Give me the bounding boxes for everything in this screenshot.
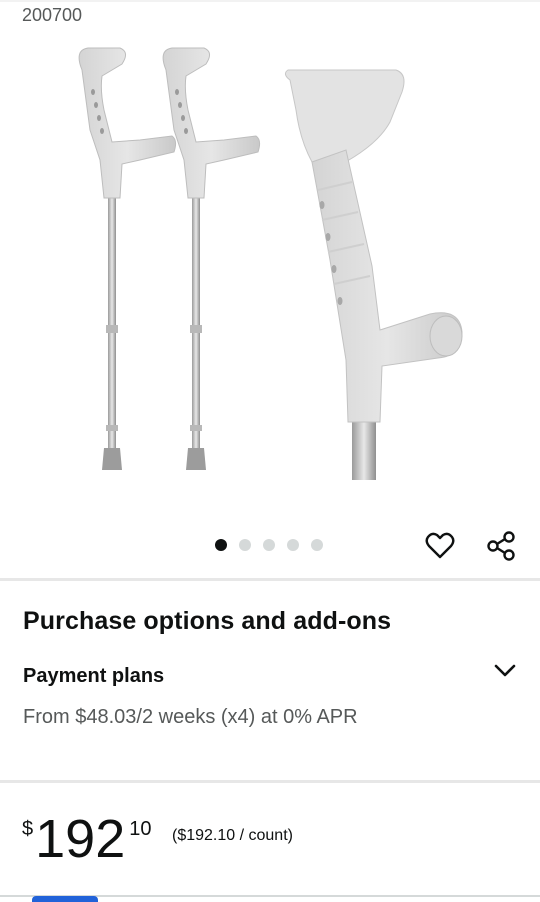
bottom-action-tab[interactable] [32, 896, 98, 902]
gallery-dot-4[interactable] [287, 539, 299, 551]
payment-plans-title[interactable]: Payment plans [23, 665, 164, 688]
unit-price: ($192.10 / count) [172, 827, 293, 844]
crutch-small-2 [162, 47, 261, 470]
price: $ 192 10 [22, 812, 151, 866]
gallery-dot-2[interactable] [239, 539, 251, 551]
price-currency-symbol: $ [22, 818, 34, 840]
payment-plans-description: From $48.03/2 weeks (x4) at 0% APR [23, 706, 358, 728]
favorite-button[interactable] [422, 528, 458, 564]
gallery-dot-1[interactable] [215, 539, 227, 551]
section-divider [0, 780, 540, 783]
crutch-small-1 [78, 47, 177, 470]
payment-plans-expand-button[interactable] [490, 658, 520, 684]
chevron-down-icon [494, 664, 516, 677]
price-whole: 192 [35, 809, 126, 869]
share-icon [487, 531, 515, 561]
gallery-pagination[interactable] [215, 539, 323, 551]
top-divider [0, 0, 540, 2]
gallery-dot-3[interactable] [263, 539, 275, 551]
product-image-gallery[interactable] [0, 30, 540, 500]
share-button[interactable] [483, 528, 519, 564]
crutch-detail-large [284, 69, 463, 480]
section-divider [0, 578, 540, 581]
heart-icon [425, 532, 455, 559]
purchase-options-title: Purchase options and add-ons [23, 607, 392, 635]
product-image [78, 47, 463, 480]
price-fraction: 10 [129, 818, 152, 840]
product-model-id: 200700 [22, 5, 83, 25]
gallery-dot-5[interactable] [311, 539, 323, 551]
